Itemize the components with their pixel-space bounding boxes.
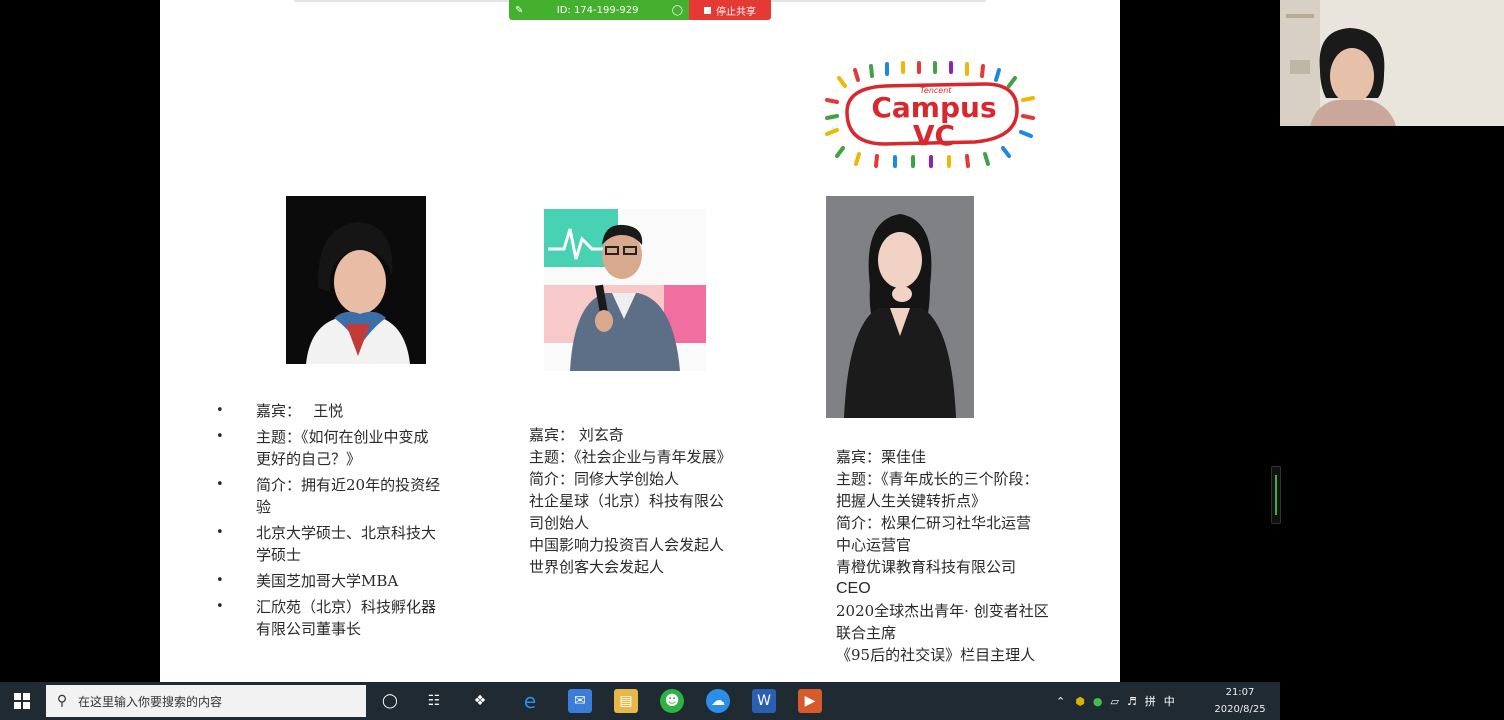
- tray-expand-icon[interactable]: ⌃: [1056, 695, 1065, 708]
- info-item: 汇欣苑（北京）科技孵化器有限公司董事长: [214, 596, 494, 640]
- guest-photo-liu-xuanqi: [544, 209, 706, 371]
- campus-vc-logo-tagline: Tencent: [920, 86, 952, 95]
- webcam-feed[interactable]: [1280, 0, 1504, 126]
- system-clock[interactable]: 21:07 2020/8/25: [1208, 684, 1272, 718]
- app-icon[interactable]: ❖: [468, 689, 492, 713]
- wechat-icon[interactable]: ☻: [660, 689, 684, 713]
- info-line: 2020全球杰出青年· 创变者社区: [836, 602, 1049, 620]
- info-item: 简介：拥有近20年的投资经验: [214, 474, 494, 518]
- volume-icon[interactable]: ♬: [1127, 695, 1137, 708]
- info-line: 社企星球（北京）科技有限公: [529, 492, 725, 510]
- ie-icon[interactable]: e: [518, 689, 542, 713]
- windows-icon: [14, 693, 30, 709]
- word-icon[interactable]: W: [752, 689, 776, 713]
- file-explorer-icon[interactable]: ▤: [614, 689, 638, 713]
- powerpoint-icon[interactable]: ▶: [798, 689, 822, 713]
- info-line: 司创始人: [529, 514, 590, 532]
- guest-photo-wang-yue: [286, 196, 426, 364]
- info-line: 青橙优课教育科技有限公司: [836, 558, 1017, 576]
- info-line: 中国影响力投资百人会发起人: [529, 536, 725, 554]
- info-line: 世界创客大会发起人: [529, 558, 665, 576]
- info-line: 简介：松果仁研习社华北运营: [836, 514, 1032, 532]
- info-item: 嘉宾： 王悦: [214, 400, 494, 422]
- info-item: 北京大学硕士、北京科技大学硕士: [214, 522, 494, 566]
- stop-share-label: 停止共享: [716, 6, 756, 18]
- windows-taskbar: ⚲ 在这里输入你要搜索的内容 ◯ ☷ ❖ e ✉ ▤ ☻ ☁ W ▶ ⌃ ⬢ ●…: [0, 682, 1280, 720]
- side-panel-handle[interactable]: [1271, 466, 1281, 524]
- campus-vc-logo-text: Campus VC: [871, 91, 997, 152]
- clock-time: 21:07: [1225, 687, 1255, 698]
- info-item: 主题：《如何在创业中变成更好的自己？》: [214, 426, 494, 470]
- task-view-icon[interactable]: ☷: [422, 689, 446, 713]
- edge-icon[interactable]: ☁: [706, 689, 730, 713]
- stop-icon: [704, 6, 711, 14]
- info-line: 把握人生关键转折点》: [836, 492, 987, 510]
- wechat-tray-icon[interactable]: ●: [1093, 695, 1103, 708]
- mail-app-icon[interactable]: ✉: [568, 689, 592, 713]
- ime-mode-indicator[interactable]: 拼: [1145, 693, 1156, 709]
- cortana-icon[interactable]: ◯: [378, 689, 402, 713]
- screen-share-bar: ✎ ID: 174-199-929 ◯ 停止共享: [509, 0, 771, 20]
- taskbar-search-box[interactable]: ⚲ 在这里输入你要搜索的内容: [46, 685, 366, 717]
- info-line: 嘉宾： 刘玄奇: [529, 426, 624, 444]
- guest-info-li-jiajia: 嘉宾：栗佳佳 主题：《青年成长的三个阶段： 把握人生关键转折点》 简介：松果仁研…: [836, 446, 1116, 666]
- info-line: 联合主席: [836, 624, 897, 642]
- timer-icon: ◯: [671, 4, 683, 16]
- meeting-id-text: ID: 174-199-929: [556, 4, 639, 16]
- info-line: 《95后的社交误》栏目主理人: [836, 646, 1036, 664]
- guest-info-liu-xuanqi: 嘉宾： 刘玄奇 主题：《社会企业与青年发展》 简介：同修大学创始人 社企星球（北…: [529, 424, 809, 578]
- guest-info-wang-yue: 嘉宾： 王悦 主题：《如何在创业中变成更好的自己？》 简介：拥有近20年的投资经…: [214, 400, 494, 644]
- shared-slide: Campus VC Tencent • 嘉宾： 王悦 • 主题：《如何在创业中变…: [160, 0, 1120, 682]
- stop-share-button[interactable]: 停止共享: [689, 0, 771, 20]
- search-icon: ⚲: [56, 693, 68, 709]
- info-item: 美国芝加哥大学MBA: [214, 570, 494, 592]
- info-line: CEO: [836, 580, 871, 597]
- signal-icon: ✎: [515, 4, 524, 16]
- start-button[interactable]: [0, 682, 44, 720]
- search-placeholder: 在这里输入你要搜索的内容: [78, 694, 223, 709]
- info-line: 嘉宾：栗佳佳: [836, 448, 927, 466]
- tencent-meeting-icon[interactable]: ⬢: [1075, 695, 1085, 708]
- info-line: 中心运营官: [836, 536, 912, 554]
- meeting-id-bar[interactable]: ✎ ID: 174-199-929 ◯: [509, 0, 689, 20]
- info-line: 主题：《社会企业与青年发展》: [529, 448, 732, 466]
- guest-photo-li-jiajia: [826, 196, 974, 418]
- system-tray: ⌃ ⬢ ● ▱ ♬ 拼 中: [1056, 682, 1175, 720]
- network-icon[interactable]: ▱: [1110, 695, 1118, 708]
- info-line: 简介：同修大学创始人: [529, 470, 680, 488]
- info-line: 主题：《青年成长的三个阶段：: [836, 470, 1039, 488]
- language-indicator[interactable]: 中: [1164, 693, 1175, 709]
- clock-date: 2020/8/25: [1214, 704, 1266, 715]
